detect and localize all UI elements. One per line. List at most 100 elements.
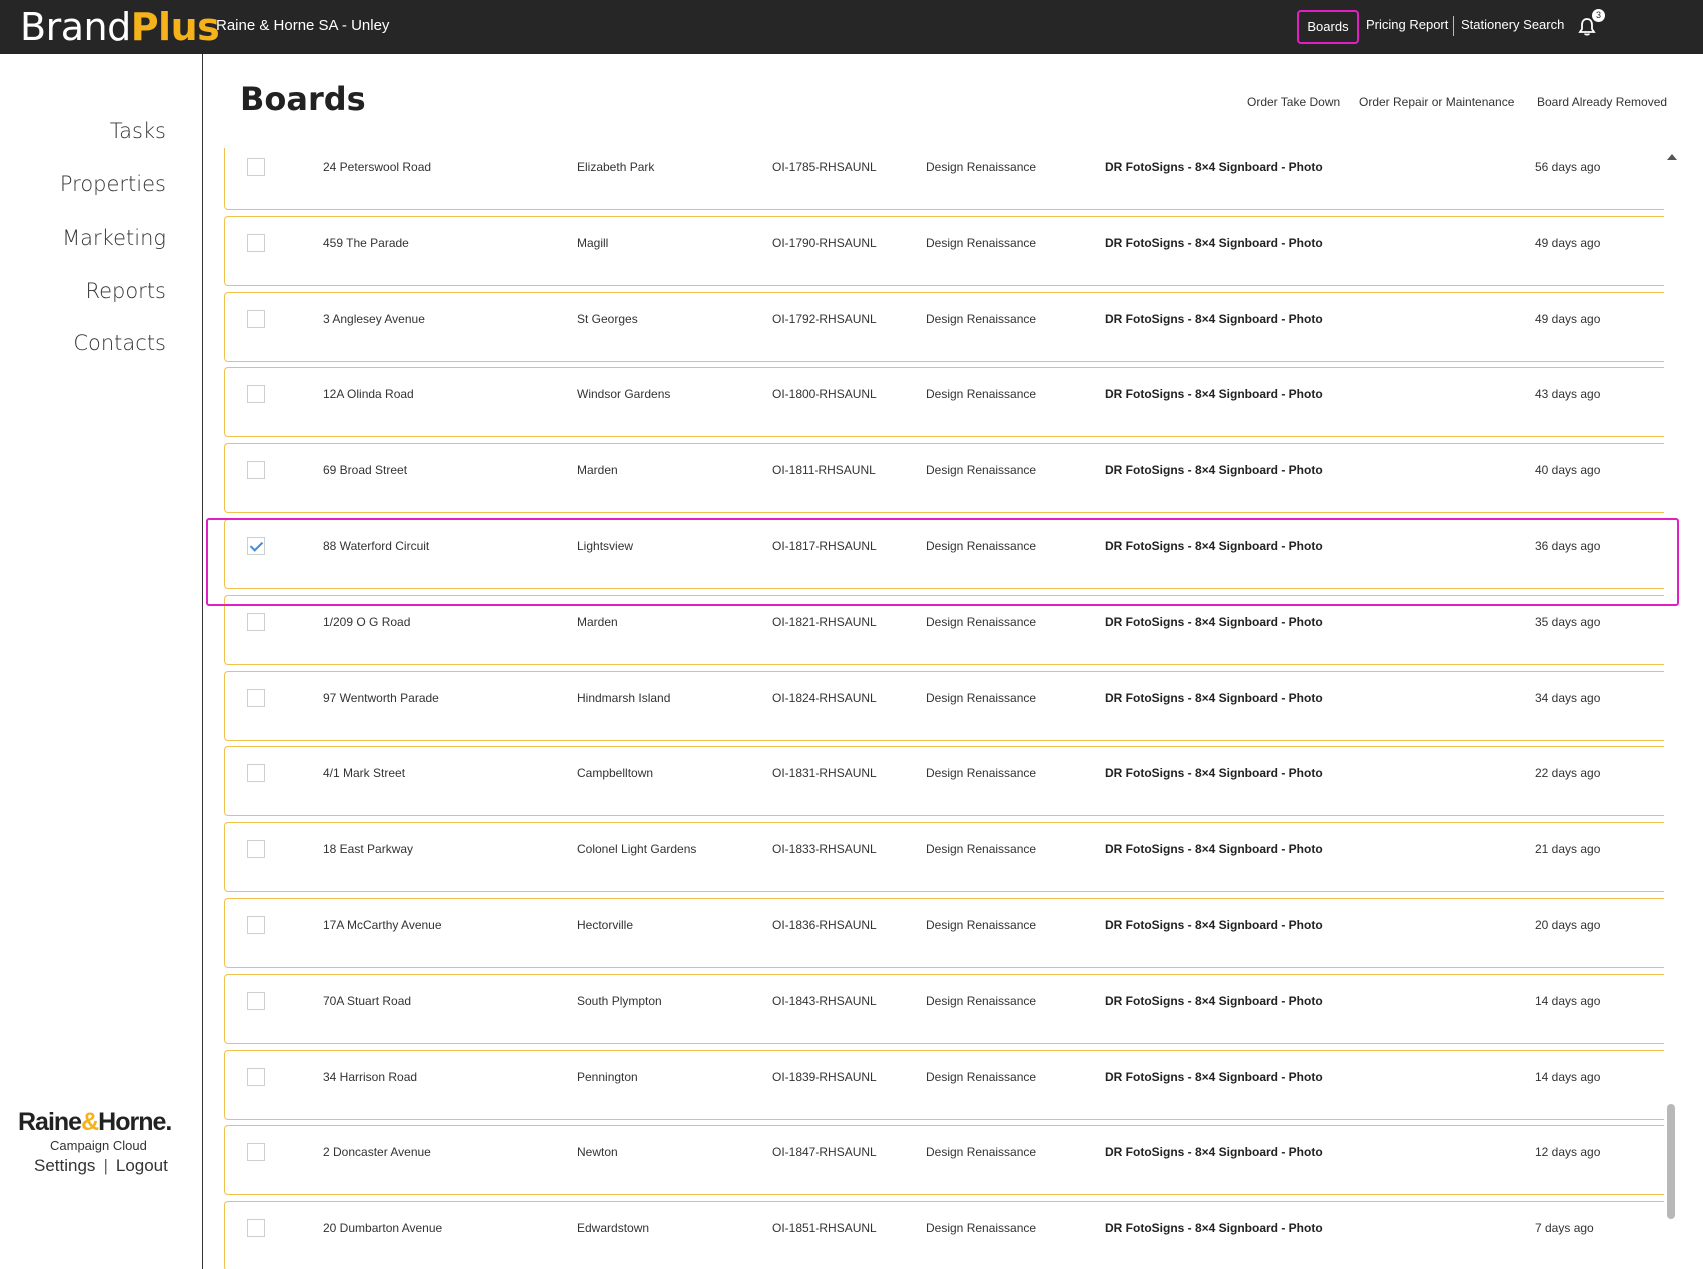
row-checkbox[interactable] <box>247 764 265 783</box>
row-checkbox[interactable] <box>247 461 265 480</box>
table-row[interactable]: 1/209 O G Road Marden OI-1821-RHSAUNL Desig… <box>224 594 1664 665</box>
row-address: 3 Anglesey Avenue <box>323 311 425 326</box>
table-row[interactable]: 69 Broad Street Marden OI-1811-RHSAUNL Desi… <box>224 443 1664 514</box>
row-supplier: Design Renaissance <box>926 1145 1037 1160</box>
row-product: DR FotoSigns - 8×4 Signboard - Photo <box>1105 690 1323 705</box>
row-suburb: Elizabeth Park <box>577 160 655 174</box>
brandplus-logo[interactable]: BrandPlus <box>20 5 220 49</box>
row-product: DR FotoSigns - 8×4 Signboard - Photo <box>1105 1145 1323 1160</box>
table-row[interactable]: 12A Olinda Road Windsor Gardens OI-1800-RH… <box>224 367 1664 438</box>
table-row[interactable]: 18 East Parkway Colonel Light Gardens OI-1… <box>224 822 1664 893</box>
table-row[interactable]: 17A McCarthy Avenue Hectorville OI-1836-RH… <box>224 898 1664 968</box>
row-product: DR FotoSigns - 8×4 Signboard - Photo <box>1105 1069 1323 1084</box>
row-checkbox[interactable] <box>247 916 265 934</box>
sidebar-item-marketing[interactable]: Marketing <box>62 226 166 250</box>
row-age: 20 days ago <box>1535 918 1601 932</box>
footer-links: Settings | Logout <box>34 1156 168 1176</box>
row-suburb: Newton <box>577 1145 618 1160</box>
row-supplier: Design Renaissance <box>926 614 1037 629</box>
row-suburb: South Plympton <box>577 993 662 1008</box>
row-checkbox[interactable] <box>247 1219 265 1238</box>
row-checkbox[interactable] <box>247 1143 265 1162</box>
row-address: 34 Harrison Road <box>323 1069 418 1084</box>
row-product: DR FotoSigns - 8×4 Signboard - Photo <box>1105 993 1323 1008</box>
table-row[interactable]: 97 Wentworth Parade Hindmarsh Island OI-18… <box>224 670 1664 741</box>
row-reference: OI-1831-RHSAUNL <box>772 766 877 781</box>
table-row[interactable]: 34 Harrison Road Pennington OI-1839-RHSAUN… <box>224 1049 1664 1120</box>
row-checkbox[interactable] <box>247 385 265 404</box>
row-checkbox[interactable] <box>247 1067 265 1086</box>
nav-boards-link[interactable]: Boards <box>1297 10 1359 44</box>
table-row[interactable]: 3 Anglesey Avenue St Georges OI-1792-RHSAU… <box>224 291 1664 362</box>
row-checkbox[interactable] <box>247 158 265 176</box>
table-row[interactable]: 88 Waterford Circuit Lightsview OI-1817-RH… <box>224 519 1664 589</box>
row-age: 14 days ago <box>1535 993 1601 1008</box>
table-row[interactable]: 4/1 Mark Street Campbelltown OI-1831-RHSAU… <box>224 746 1664 817</box>
row-age: 7 days ago <box>1535 1221 1594 1236</box>
row-product: DR FotoSigns - 8×4 Signboard - Photo <box>1105 463 1323 478</box>
sidebar-item-contacts[interactable]: Contacts <box>73 331 166 355</box>
order-repair-link[interactable]: Order Repair or Maintenance <box>1359 95 1514 109</box>
row-reference: OI-1824-RHSAUNL <box>772 690 877 705</box>
scrollbar[interactable] <box>1665 150 1677 1269</box>
row-age: 40 days ago <box>1535 463 1601 478</box>
row-checkbox[interactable] <box>247 309 265 328</box>
row-age: 21 days ago <box>1535 842 1601 857</box>
row-supplier: Design Renaissance <box>926 842 1037 857</box>
row-reference: OI-1800-RHSAUNL <box>772 387 877 402</box>
row-supplier: Design Renaissance <box>926 160 1037 174</box>
notification-count-badge: 3 <box>1592 9 1605 22</box>
footer-separator: | <box>103 1156 108 1175</box>
sidebar-item-tasks[interactable]: Tasks <box>110 119 166 143</box>
raine-horne-logo-amp: & <box>81 1108 99 1136</box>
row-reference: OI-1785-RHSAUNL <box>772 160 877 174</box>
table-row[interactable]: 24 Peterswool Road Elizabeth Park OI-1785-… <box>224 148 1664 210</box>
boards-list: 24 Peterswool Road Elizabeth Park OI-1785-… <box>224 148 1664 1269</box>
row-address: 69 Broad Street <box>323 463 408 478</box>
logo-brand-text: Brand <box>20 5 131 49</box>
row-address: 4/1 Mark Street <box>323 766 406 781</box>
row-checkbox[interactable] <box>247 688 265 707</box>
row-reference: OI-1833-RHSAUNL <box>772 842 877 857</box>
nav-stationery-search-link[interactable]: Stationery Search <box>1461 17 1564 32</box>
board-already-removed-link[interactable]: Board Already Removed <box>1537 95 1667 109</box>
chevron-up-icon[interactable] <box>1667 154 1677 160</box>
campaign-cloud-subtitle: Campaign Cloud <box>50 1138 147 1153</box>
table-row[interactable]: 459 The Parade Magill OI-1790-RHSAUNL Desig… <box>224 215 1664 286</box>
scrollbar-thumb[interactable] <box>1667 1104 1675 1219</box>
sidebar-item-reports[interactable]: Reports <box>85 279 166 303</box>
row-checkbox[interactable] <box>247 233 265 252</box>
settings-link[interactable]: Settings <box>34 1156 95 1175</box>
row-age: 22 days ago <box>1535 766 1601 781</box>
row-address: 12A Olinda Road <box>323 387 414 402</box>
logout-link[interactable]: Logout <box>116 1156 168 1175</box>
row-suburb: Lightsview <box>577 539 634 553</box>
row-checkbox-checked[interactable] <box>247 537 265 555</box>
row-suburb: Hindmarsh Island <box>577 690 671 705</box>
row-age: 14 days ago <box>1535 1069 1601 1084</box>
order-take-down-link[interactable]: Order Take Down <box>1247 95 1340 109</box>
row-suburb: Campbelltown <box>577 766 654 781</box>
row-supplier: Design Renaissance <box>926 387 1037 402</box>
row-checkbox[interactable] <box>247 991 265 1010</box>
row-reference: OI-1847-RHSAUNL <box>772 1145 877 1160</box>
row-checkbox[interactable] <box>247 612 265 631</box>
row-product: DR FotoSigns - 8×4 Signboard - Photo <box>1105 311 1323 326</box>
row-reference: OI-1851-RHSAUNL <box>772 1221 877 1236</box>
nav-pricing-report-link[interactable]: Pricing Report <box>1366 17 1448 32</box>
table-row[interactable]: 70A Stuart Road South Plympton OI-1843-RHS… <box>224 973 1664 1044</box>
table-row[interactable]: 20 Dumbarton Avenue Edwardstown OI-1851-RH… <box>224 1201 1664 1269</box>
sidebar-item-properties[interactable]: Properties <box>60 172 166 196</box>
row-reference: OI-1792-RHSAUNL <box>772 311 877 326</box>
row-supplier: Design Renaissance <box>926 235 1037 250</box>
row-age: 56 days ago <box>1535 160 1601 174</box>
row-product: DR FotoSigns - 8×4 Signboard - Photo <box>1105 160 1323 174</box>
row-checkbox[interactable] <box>247 840 265 859</box>
row-address: 1/209 O G Road <box>323 614 411 629</box>
row-suburb: Marden <box>577 614 618 629</box>
row-age: 49 days ago <box>1535 311 1601 326</box>
row-address: 459 The Parade <box>323 235 409 250</box>
table-row[interactable]: 2 Doncaster Avenue Newton OI-1847-RHSAUNL D… <box>224 1125 1664 1196</box>
row-reference: OI-1843-RHSAUNL <box>772 993 877 1008</box>
row-address: 24 Peterswool Road <box>323 160 432 174</box>
